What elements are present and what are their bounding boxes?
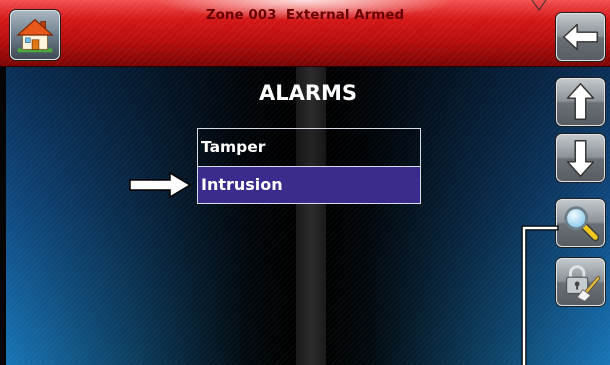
lock-broom-icon bbox=[566, 265, 601, 302]
annotation-callout-line bbox=[521, 225, 559, 365]
left-border bbox=[0, 67, 6, 365]
alarm-list-item-intrusion[interactable]: Intrusion bbox=[198, 166, 420, 203]
arrow-up-icon bbox=[566, 83, 595, 120]
screen-title: ALARMS bbox=[258, 81, 358, 105]
header-bar: Zone 003 External Armed bbox=[0, 0, 610, 67]
scroll-down-button[interactable] bbox=[556, 134, 605, 182]
back-button[interactable] bbox=[556, 13, 605, 61]
alarm-item-label: Intrusion bbox=[201, 175, 283, 194]
alarm-item-label: Tamper bbox=[201, 138, 266, 156]
annotation-arrow-pointer bbox=[129, 171, 192, 199]
magnifier-icon bbox=[564, 206, 600, 242]
lock-clear-button[interactable] bbox=[556, 258, 605, 306]
zone-status-title: Zone 003 External Armed bbox=[205, 7, 405, 23]
annotation-mark bbox=[531, 0, 547, 11]
home-icon bbox=[16, 18, 54, 53]
alarm-list-item-tamper[interactable]: Tamper bbox=[198, 129, 420, 166]
arrow-down-icon bbox=[566, 140, 595, 177]
home-button[interactable] bbox=[10, 10, 60, 60]
center-divider-band bbox=[296, 67, 326, 365]
alarm-list: Tamper Intrusion bbox=[197, 128, 421, 204]
app-screen: Zone 003 External Armed ALARMS Tamper In… bbox=[0, 0, 610, 365]
search-button[interactable] bbox=[556, 199, 605, 247]
scroll-up-button[interactable] bbox=[556, 78, 605, 126]
arrow-left-icon bbox=[563, 23, 598, 51]
